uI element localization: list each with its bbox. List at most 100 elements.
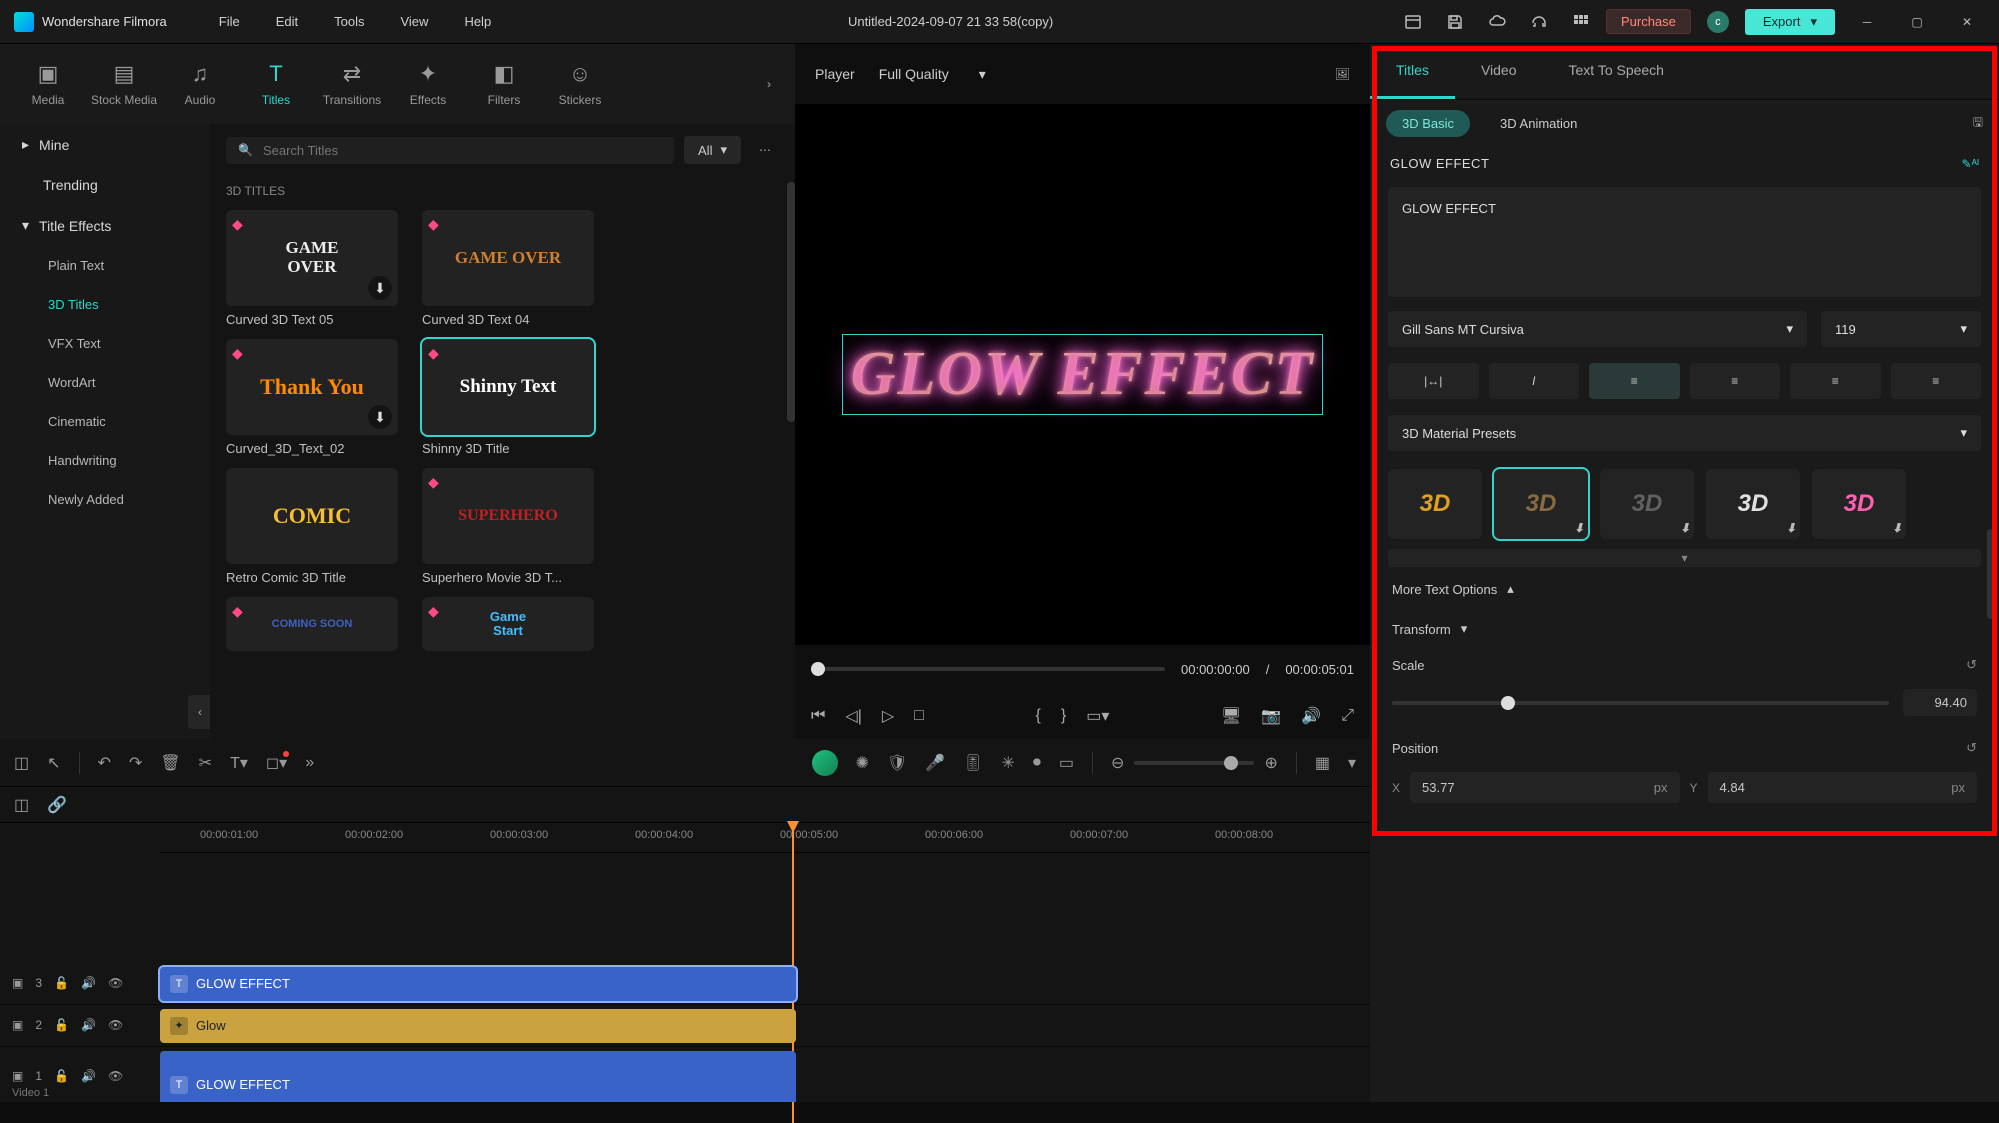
font-size-dropdown[interactable]: 119▾ <box>1821 311 1981 347</box>
sidebar-sub-3d-titles[interactable]: 3D Titles <box>0 285 210 324</box>
pos-x-input[interactable]: 53.77px <box>1410 772 1679 803</box>
headphone-icon[interactable] <box>1528 11 1550 33</box>
tab-filters[interactable]: ◧Filters <box>468 61 540 107</box>
snapshot-icon[interactable]: 🖼 <box>1335 67 1350 81</box>
display-icon[interactable]: 🖥 <box>1221 706 1241 726</box>
enhance-icon[interactable]: ✺ <box>856 753 869 773</box>
thumb-item[interactable]: ◆Thank You⬇ Curved_3D_Text_02 <box>226 339 398 456</box>
scrollbar[interactable] <box>787 182 795 422</box>
track-lock-icon[interactable]: 🔓 <box>54 1018 69 1032</box>
track-view-icon[interactable]: ▦ <box>1315 753 1330 773</box>
frame-back-icon[interactable]: ◁| <box>845 706 861 726</box>
preset-expand[interactable]: ▾ <box>1388 549 1981 567</box>
preset-collapse[interactable]: 3D Material Presets▾ <box>1388 415 1981 451</box>
sidebar-collapse[interactable]: ‹ <box>188 695 210 729</box>
track-visible-icon[interactable]: 👁 <box>108 1069 123 1083</box>
zoom-out-icon[interactable]: ⊖ <box>1111 753 1124 773</box>
tab-stock-media[interactable]: ▤Stock Media <box>88 61 160 107</box>
align-left-button[interactable]: ≡ <box>1589 363 1680 399</box>
track-type-icon[interactable]: ▣ <box>12 976 23 990</box>
sidebar-sub-wordart[interactable]: WordArt <box>0 363 210 402</box>
sidebar-sub-cinematic[interactable]: Cinematic <box>0 402 210 441</box>
menu-view[interactable]: View <box>386 10 442 33</box>
delete-icon[interactable]: 🗑 <box>160 753 180 773</box>
sidebar-sub-plain-text[interactable]: Plain Text <box>0 246 210 285</box>
playhead-thumb[interactable] <box>811 662 825 676</box>
scale-value[interactable]: 94.40 <box>1903 689 1977 716</box>
text-tool-icon[interactable]: T▾ <box>230 753 248 773</box>
mic-icon[interactable]: 🎤 <box>925 753 945 773</box>
ai-avatar-icon[interactable] <box>812 750 838 776</box>
sidebar-cat-title-effects[interactable]: ▾Title Effects <box>0 205 210 246</box>
thumb-item[interactable]: ◆GAME OVER Curved 3D Text 04 <box>422 210 594 327</box>
tab-effects[interactable]: ✦Effects <box>392 61 464 107</box>
align-justify-button[interactable]: ≡ <box>1891 363 1982 399</box>
clip[interactable]: ✦Glow <box>160 1009 796 1043</box>
clip[interactable]: TGLOW EFFECT <box>160 967 796 1001</box>
zoom-thumb[interactable] <box>1224 756 1238 770</box>
sidebar-sub-vfx-text[interactable]: VFX Text <box>0 324 210 363</box>
tab-titles-inspector[interactable]: Titles <box>1370 44 1455 99</box>
clip[interactable]: TGLOW EFFECT <box>160 1051 796 1103</box>
undo-icon[interactable]: ↶ <box>98 753 111 773</box>
cloud-icon[interactable] <box>1486 11 1508 33</box>
scrollbar[interactable] <box>1987 529 1995 619</box>
search-input[interactable] <box>263 143 662 158</box>
slider-thumb[interactable] <box>1501 696 1515 710</box>
cut-icon[interactable]: ✂ <box>199 753 212 773</box>
track-mute-icon[interactable]: 🔊 <box>81 976 96 990</box>
thumb-item[interactable]: ◆Shinny Text Shinny 3D Title <box>422 339 594 456</box>
track-mute-icon[interactable]: 🔊 <box>81 1069 96 1083</box>
export-button[interactable]: Export▾ <box>1745 9 1835 35</box>
zoom-slider[interactable] <box>1134 761 1254 765</box>
burst-icon[interactable]: ✳ <box>1001 753 1014 773</box>
window-minimize[interactable]: ─ <box>1849 8 1885 36</box>
thumb-item[interactable]: ◆SUPERHERO Superhero Movie 3D T... <box>422 468 594 585</box>
reset-scale-icon[interactable]: ↺ <box>1966 657 1977 673</box>
sidebar-sub-newly-added[interactable]: Newly Added <box>0 480 210 519</box>
redo-icon[interactable]: ↷ <box>129 753 142 773</box>
camera-icon[interactable]: 📷 <box>1261 706 1281 726</box>
mark-out-icon[interactable]: } <box>1061 707 1066 725</box>
more-menu[interactable]: ⋯ <box>751 136 779 164</box>
thumb-item[interactable]: ◆GAMEOVER⬇ Curved 3D Text 05 <box>226 210 398 327</box>
preset-gold[interactable]: 3D <box>1388 469 1482 539</box>
menu-file[interactable]: File <box>205 10 254 33</box>
stop-icon[interactable]: □ <box>914 707 924 725</box>
preset-white[interactable]: 3D⬇ <box>1706 469 1800 539</box>
tab-media[interactable]: ▣Media <box>12 61 84 107</box>
tabs-more[interactable]: › <box>755 70 783 98</box>
sidebar-sub-handwriting[interactable]: Handwriting <box>0 441 210 480</box>
thumb-item[interactable]: COMIC Retro Comic 3D Title <box>226 468 398 585</box>
filter-dropdown[interactable]: All▾ <box>684 136 741 164</box>
letter-spacing-button[interactable]: |↔| <box>1388 363 1479 399</box>
reset-position-icon[interactable]: ↺ <box>1966 740 1977 756</box>
link-icon[interactable]: 🔗 <box>47 795 67 815</box>
menu-tools[interactable]: Tools <box>320 10 378 33</box>
track-type-icon[interactable]: ▣ <box>12 1069 23 1083</box>
preset-bronze[interactable]: 3D⬇ <box>1494 469 1588 539</box>
preset-pink[interactable]: 3D⬇ <box>1812 469 1906 539</box>
download-icon[interactable]: ⬇ <box>368 405 392 429</box>
fullscreen-icon[interactable]: ⤢ <box>1341 707 1354 725</box>
marker-icon[interactable]: ▭ <box>1059 753 1074 773</box>
tab-audio[interactable]: ♫Audio <box>164 61 236 107</box>
sidebar-cat-mine[interactable]: ▸Mine <box>0 124 210 165</box>
italic-button[interactable]: I <box>1489 363 1580 399</box>
download-icon[interactable]: ⬇ <box>1680 521 1690 535</box>
more-text-options[interactable]: More Text Options▴ <box>1370 567 1999 611</box>
play-icon[interactable]: ▷ <box>882 706 894 726</box>
mixer-icon[interactable]: 🎚 <box>963 753 983 773</box>
zoom-in-icon[interactable]: ⊕ <box>1264 753 1277 773</box>
align-right-button[interactable]: ≡ <box>1790 363 1881 399</box>
subtab-3d-basic[interactable]: 3D Basic <box>1386 110 1470 137</box>
track-mute-icon[interactable]: 🔊 <box>81 1018 96 1032</box>
save-preset-icon[interactable]: 🖫 <box>1973 113 1983 134</box>
sidebar-cat-trending[interactable]: Trending <box>0 165 210 205</box>
menu-help[interactable]: Help <box>450 10 505 33</box>
subtab-3d-animation[interactable]: 3D Animation <box>1484 110 1593 137</box>
pointer-icon[interactable]: ↖ <box>47 753 60 773</box>
scale-slider[interactable] <box>1392 701 1889 705</box>
tab-stickers[interactable]: ☺Stickers <box>544 61 616 107</box>
preset-gray[interactable]: 3D⬇ <box>1600 469 1694 539</box>
